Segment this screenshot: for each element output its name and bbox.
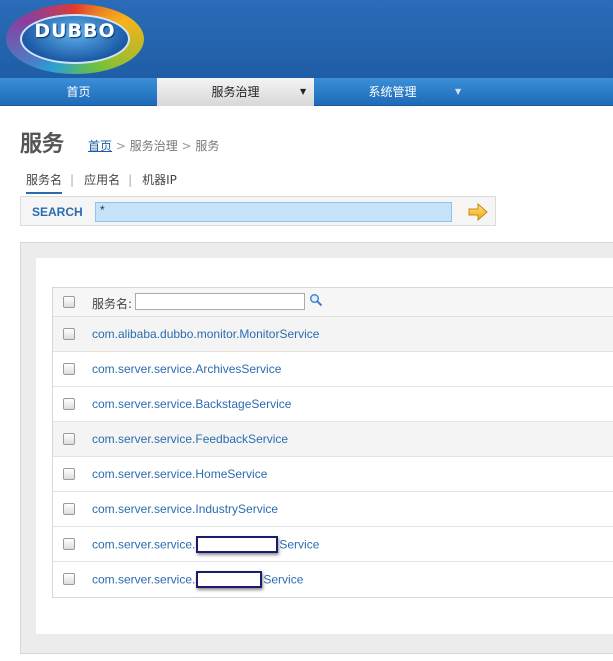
- select-all-checkbox[interactable]: [63, 296, 75, 308]
- tab-service-name[interactable]: 服务名: [26, 171, 63, 194]
- nav-item-home[interactable]: 首页: [0, 78, 157, 106]
- nav-item-system-management[interactable]: 系统管理 ▼: [314, 78, 471, 106]
- search-bar: SEARCH *: [20, 196, 496, 226]
- service-name-link[interactable]: com.server.service.FeedbackService: [92, 432, 288, 446]
- table-row: com.server.service.ArchivesService: [53, 352, 613, 387]
- service-name-link[interactable]: com.alibaba.dubbo.monitor.MonitorService: [92, 327, 319, 341]
- tab-machine-ip[interactable]: 机器IP: [142, 171, 177, 192]
- search-icon[interactable]: [309, 293, 323, 307]
- row-checkbox[interactable]: [63, 398, 75, 410]
- chevron-down-icon: ▼: [455, 87, 462, 96]
- app-header: DUBBO: [0, 0, 613, 78]
- redaction-box: [196, 571, 263, 588]
- service-name-suffix: Service: [279, 537, 320, 552]
- row-checkbox[interactable]: [63, 328, 75, 340]
- breadcrumb: 首页 > 服务治理 > 服务: [88, 137, 219, 154]
- table-row: com.server.service. Service: [53, 527, 613, 562]
- table-row: com.server.service.IndustryService: [53, 492, 613, 527]
- tab-application-name[interactable]: 应用名: [84, 171, 120, 192]
- service-name-prefix: com.server.service.: [92, 572, 196, 587]
- search-input[interactable]: *: [95, 202, 452, 222]
- service-name-link[interactable]: com.server.service.HomeService: [92, 467, 267, 481]
- service-name-suffix: Service: [263, 572, 304, 587]
- arrow-right-icon[interactable]: [467, 202, 489, 222]
- table-row: com.alibaba.dubbo.monitor.MonitorService: [53, 317, 613, 352]
- redaction-box: [196, 536, 279, 553]
- service-name-link[interactable]: com.server.service. Service: [92, 571, 304, 589]
- logo-text: DUBBO: [34, 20, 116, 42]
- dubbo-logo[interactable]: DUBBO: [6, 4, 144, 74]
- breadcrumb-separator: >: [112, 139, 130, 153]
- nav-item-label: 系统管理: [368, 85, 417, 99]
- table-row: com.server.service.HomeService: [53, 457, 613, 492]
- breadcrumb-home-link[interactable]: 首页: [88, 139, 112, 153]
- breadcrumb-item: 服务治理: [129, 139, 178, 153]
- nav-item-label: 服务治理: [211, 85, 260, 99]
- row-checkbox[interactable]: [63, 573, 75, 585]
- tab-divider: |: [128, 173, 133, 187]
- service-name-link[interactable]: com.server.service. Service: [92, 536, 320, 554]
- service-name-link[interactable]: com.server.service.ArchivesService: [92, 362, 281, 376]
- row-checkbox[interactable]: [63, 538, 75, 550]
- chevron-down-icon: ▼: [300, 87, 307, 96]
- row-checkbox[interactable]: [63, 363, 75, 375]
- breadcrumb-current: 服务: [195, 139, 220, 153]
- table-header-row: 服务名:: [53, 288, 613, 317]
- table-row: com.server.service.BackstageService: [53, 387, 613, 422]
- tab-divider: |: [70, 173, 75, 187]
- service-name-prefix: com.server.service.: [92, 537, 196, 552]
- row-checkbox[interactable]: [63, 503, 75, 515]
- main-nav: 首页 服务治理 ▼ 系统管理 ▼: [0, 78, 613, 106]
- table-row: com.server.service.FeedbackService: [53, 422, 613, 457]
- services-table: 服务名: com.alibaba.dubbo.monitor.MonitorSe…: [52, 287, 613, 598]
- row-checkbox[interactable]: [63, 433, 75, 445]
- page-title: 服务: [20, 132, 65, 157]
- service-name-link[interactable]: com.server.service.BackstageService: [92, 397, 291, 411]
- row-checkbox[interactable]: [63, 468, 75, 480]
- breadcrumb-separator: >: [177, 139, 196, 153]
- nav-item-service-governance[interactable]: 服务治理 ▼: [157, 78, 314, 106]
- search-label: SEARCH: [32, 205, 83, 219]
- service-filter-input[interactable]: [135, 293, 305, 310]
- search-type-tabs: 服务名 | 应用名 | 机器IP: [26, 171, 185, 194]
- column-header-service-name: 服务名:: [92, 297, 133, 311]
- table-row: com.server.service. Service: [53, 562, 613, 597]
- service-name-link[interactable]: com.server.service.IndustryService: [92, 502, 278, 516]
- nav-item-label: 首页: [66, 85, 91, 99]
